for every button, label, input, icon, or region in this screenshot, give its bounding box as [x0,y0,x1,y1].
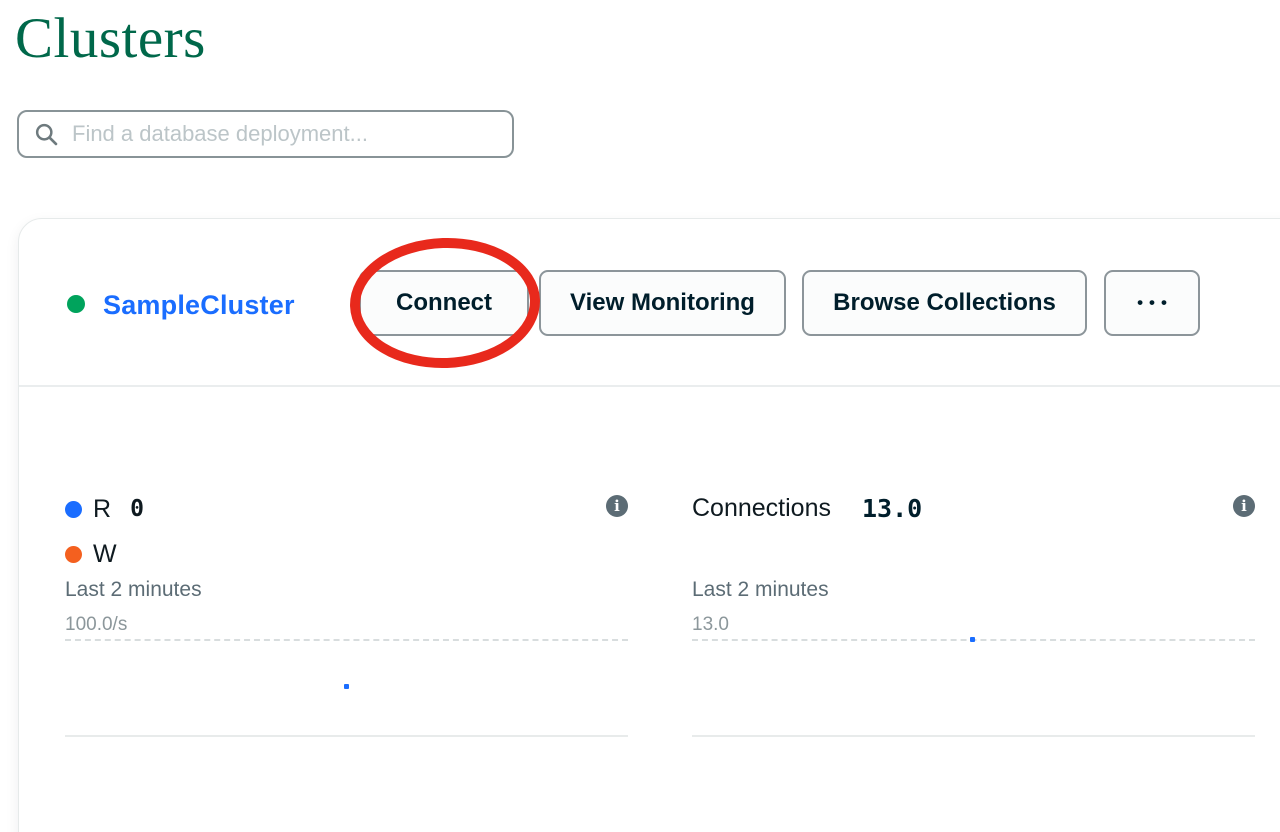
info-icon[interactable]: i [606,495,628,517]
search-input[interactable] [72,121,498,147]
connections-plot [692,639,1255,737]
connections-value: 13.0 [862,494,922,523]
more-options-button[interactable]: ••• [1104,270,1200,336]
search-icon [33,121,60,148]
time-window-label: Last 2 minutes [692,578,829,602]
info-icon[interactable]: i [1233,495,1255,517]
deployment-search[interactable] [17,110,514,158]
y-axis-label: 13.0 [692,614,729,636]
read-write-plot [65,639,628,737]
data-point [344,684,349,689]
browse-collections-button[interactable]: Browse Collections [802,270,1087,336]
read-series-icon [65,501,82,518]
page-title: Clusters [15,6,206,71]
card-divider [19,385,1280,387]
time-window-label: Last 2 minutes [65,578,202,602]
legend-read: R 0 [65,495,144,523]
read-value: 0 [130,496,144,522]
clusters-page: Clusters SampleCluster Connect View Moni… [0,0,1280,832]
connect-button[interactable]: Connect [359,270,529,336]
write-series-icon [65,546,82,563]
view-monitoring-button[interactable]: View Monitoring [539,270,786,336]
write-label: W [93,540,117,569]
connections-chart: Connections 13.0 i Last 2 minutes 13.0 [692,487,1255,742]
connections-title: Connections [692,494,831,523]
connections-header: Connections 13.0 [692,493,922,523]
y-axis-label: 100.0/s [65,614,127,636]
read-label: R [93,495,111,524]
read-write-chart: R 0 W i Last 2 minutes 100.0/s [65,487,628,742]
legend-write: W [65,540,117,568]
cluster-status-icon [67,295,85,313]
cluster-name-link[interactable]: SampleCluster [103,290,295,321]
data-point [970,637,975,642]
